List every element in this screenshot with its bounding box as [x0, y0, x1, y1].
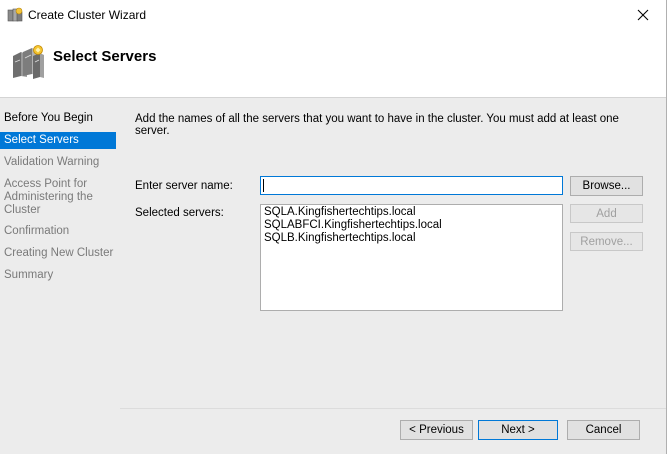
title-bar: Create Cluster Wizard [0, 0, 666, 30]
list-item[interactable]: SQLABFCI.Kingfishertechtips.local [264, 219, 559, 232]
cancel-button[interactable]: Cancel [567, 420, 640, 440]
server-name-label: Enter server name: [135, 180, 233, 192]
nav-step-access-point: Access Point for Administering the Clust… [4, 178, 93, 216]
close-button[interactable] [620, 0, 666, 30]
list-item[interactable]: SQLB.Kingfishertechtips.local [264, 232, 559, 245]
nav-step-confirmation: Confirmation [4, 225, 70, 237]
selected-servers-list[interactable]: SQLA.Kingfishertechtips.local SQLABFCI.K… [260, 204, 563, 311]
browse-button[interactable]: Browse... [570, 176, 643, 196]
text-caret [263, 179, 264, 192]
list-item[interactable]: SQLA.Kingfishertechtips.local [264, 206, 559, 219]
page-title: Select Servers [53, 48, 157, 65]
previous-button[interactable]: < Previous [400, 420, 473, 440]
cluster-wizard-icon [7, 7, 23, 23]
server-name-input[interactable] [260, 176, 563, 195]
add-button[interactable]: Add [570, 204, 643, 223]
wizard-steps-nav: Before You Begin Select Servers Validati… [0, 98, 120, 454]
nav-step-select-servers[interactable]: Select Servers [0, 132, 116, 149]
wizard-footer: < Previous Next > Cancel [120, 409, 666, 454]
selected-servers-label: Selected servers: [135, 207, 224, 219]
close-icon [637, 9, 649, 21]
servers-icon [11, 44, 45, 80]
remove-button[interactable]: Remove... [570, 232, 643, 251]
window-title: Create Cluster Wizard [28, 8, 147, 22]
next-button[interactable]: Next > [478, 420, 558, 440]
instructions-text: Add the names of all the servers that yo… [135, 113, 619, 137]
create-cluster-wizard-window: Create Cluster Wizard Select Servers Bef… [0, 0, 667, 454]
wizard-header: Select Servers [0, 30, 666, 98]
wizard-content: Add the names of all the servers that yo… [120, 98, 666, 408]
nav-step-validation-warning: Validation Warning [4, 156, 100, 168]
nav-step-creating-new-cluster: Creating New Cluster [4, 247, 114, 259]
nav-step-summary: Summary [4, 269, 54, 281]
nav-step-before-you-begin[interactable]: Before You Begin [0, 112, 116, 125]
